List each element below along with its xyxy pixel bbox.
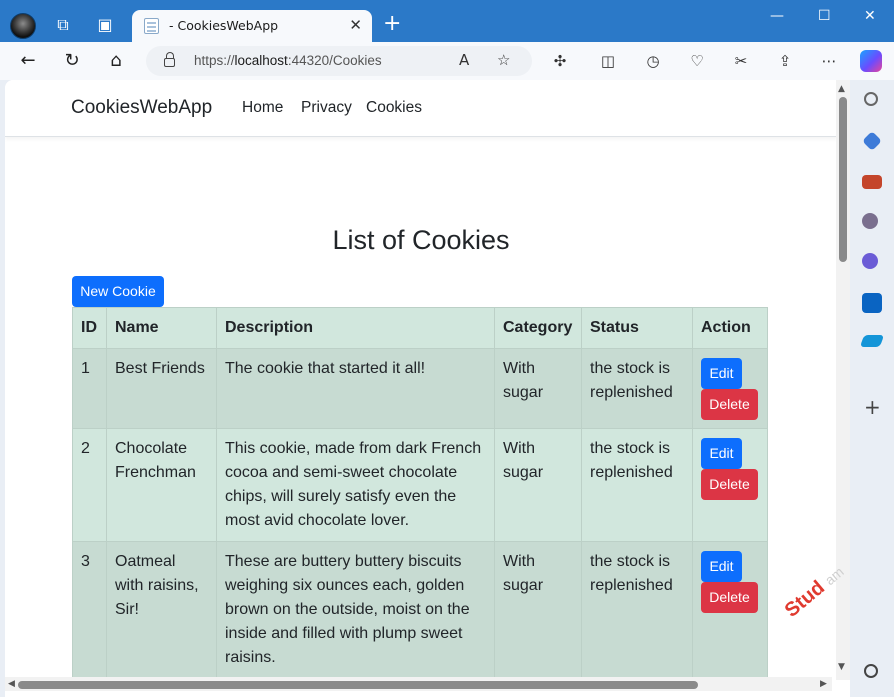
read-aloud-icon[interactable]: A [459, 51, 469, 69]
browser-window: ⧉ ▣ - CookiesWebApp ✕ + — ☐ ✕ ← ↻ ⌂ http… [0, 0, 894, 697]
tab-actions-icon[interactable]: ▣ [94, 14, 116, 36]
back-arrow-icon[interactable]: ← [17, 50, 39, 72]
table-row: 1 Best Friends The cookie that started i… [72, 348, 768, 429]
search-icon[interactable] [864, 92, 878, 106]
cell-action: Edit Delete [692, 428, 768, 542]
scroll-right-arrow-icon[interactable]: ▶ [820, 679, 827, 689]
cell-description: These are buttery buttery biscuits weigh… [216, 541, 495, 679]
workspaces-icon[interactable]: ⧉ [52, 14, 74, 36]
tab-title: - CookiesWebApp [169, 18, 279, 33]
edit-button[interactable]: Edit [701, 358, 742, 389]
cell-description: This cookie, made from dark French cocoa… [216, 428, 495, 542]
edit-button[interactable]: Edit [701, 438, 742, 469]
nav-link-privacy[interactable]: Privacy [301, 99, 352, 117]
column-header-description: Description [216, 307, 495, 349]
split-screen-icon[interactable]: ◫ [597, 51, 619, 71]
edge-sidebar: + [850, 80, 894, 697]
cell-status: the stock is replenished [581, 348, 693, 429]
column-header-name: Name [106, 307, 217, 349]
tab-cookieswebapp[interactable]: - CookiesWebApp ✕ [132, 10, 372, 42]
lock-icon[interactable] [164, 52, 175, 67]
shopping-tag-icon[interactable] [862, 131, 882, 151]
cell-action: Edit Delete [692, 348, 768, 429]
share-icon[interactable]: ⇪ [774, 51, 796, 71]
tools-briefcase-icon[interactable] [862, 175, 882, 189]
new-tab-button[interactable]: + [383, 13, 401, 35]
column-header-category: Category [494, 307, 582, 349]
games-icon[interactable] [862, 213, 878, 229]
tab-close-icon[interactable]: ✕ [349, 16, 362, 34]
home-icon[interactable]: ⌂ [105, 50, 127, 72]
site-brand[interactable]: CookiesWebApp [71, 97, 212, 119]
refresh-icon[interactable]: ↻ [61, 50, 83, 72]
scroll-left-arrow-icon[interactable]: ◀ [8, 679, 15, 689]
browser-essentials-icon[interactable]: ♡ [686, 51, 708, 71]
cell-category: With sugar [494, 541, 582, 679]
nav-link-cookies[interactable]: Cookies [366, 99, 422, 117]
send-drop-icon[interactable] [859, 335, 885, 347]
cell-category: With sugar [494, 428, 582, 542]
more-menu-icon[interactable]: ⋯ [818, 51, 840, 71]
address-bar[interactable]: https://localhost:44320/Cookies A ☆ [146, 46, 532, 76]
cell-name: Chocolate Frenchman [106, 428, 217, 542]
extensions-icon[interactable]: ✣ [549, 51, 571, 71]
cell-description: The cookie that started it all! [216, 348, 495, 429]
cell-id: 3 [72, 541, 107, 679]
horizontal-scroll-thumb[interactable] [18, 681, 698, 689]
cell-id: 1 [72, 348, 107, 429]
copilot-icon[interactable] [860, 50, 882, 72]
maximize-button[interactable]: ☐ [818, 8, 831, 24]
outlook-icon[interactable] [862, 293, 882, 313]
screenshot-icon[interactable]: ✂ [730, 51, 752, 71]
title-bar: ⧉ ▣ - CookiesWebApp ✕ + — ☐ ✕ [0, 0, 894, 42]
scroll-down-arrow-icon[interactable]: ▼ [838, 662, 845, 672]
scroll-up-arrow-icon[interactable]: ▲ [838, 84, 845, 94]
close-window-button[interactable]: ✕ [864, 8, 876, 24]
site-navbar: CookiesWebApp Home Privacy Cookies [5, 80, 837, 137]
edit-button[interactable]: Edit [701, 551, 742, 582]
minimize-button[interactable]: — [770, 8, 784, 24]
column-header-action: Action [692, 307, 768, 349]
new-cookie-button[interactable]: New Cookie [72, 276, 164, 307]
cell-action: Edit Delete [692, 541, 768, 679]
cell-id: 2 [72, 428, 107, 542]
page-favicon-icon [144, 18, 159, 34]
vertical-scroll-thumb[interactable] [839, 97, 847, 262]
cell-name: Best Friends [106, 348, 217, 429]
delete-button[interactable]: Delete [701, 582, 758, 613]
microsoft-365-icon[interactable] [862, 253, 878, 269]
browser-toolbar: ← ↻ ⌂ https://localhost:44320/Cookies A … [0, 42, 894, 80]
sidebar-settings-gear-icon[interactable] [864, 664, 878, 678]
cookies-table: ID Name Description Category Status Acti… [72, 307, 768, 679]
delete-button[interactable]: Delete [701, 469, 758, 500]
table-header-row: ID Name Description Category Status Acti… [72, 307, 768, 349]
url-text[interactable]: https://localhost:44320/Cookies [194, 53, 382, 68]
cell-status: the stock is replenished [581, 428, 693, 542]
cell-name: Oatmeal with raisins, Sir! [106, 541, 217, 679]
column-header-status: Status [581, 307, 693, 349]
page-viewport: CookiesWebApp Home Privacy Cookies List … [5, 80, 850, 697]
add-sidebar-app-icon[interactable]: + [864, 395, 881, 419]
nav-link-home[interactable]: Home [242, 99, 283, 117]
page-title: List of Cookies [332, 225, 510, 255]
profile-avatar[interactable] [10, 13, 36, 39]
favorite-star-icon[interactable]: ☆ [497, 51, 510, 69]
delete-button[interactable]: Delete [701, 389, 758, 420]
table-row: 2 Chocolate Frenchman This cookie, made … [72, 428, 768, 542]
table-row: 3 Oatmeal with raisins, Sir! These are b… [72, 541, 768, 679]
cell-category: With sugar [494, 348, 582, 429]
column-header-id: ID [72, 307, 107, 349]
cell-status: the stock is replenished [581, 541, 693, 679]
history-icon[interactable]: ◷ [642, 51, 664, 71]
